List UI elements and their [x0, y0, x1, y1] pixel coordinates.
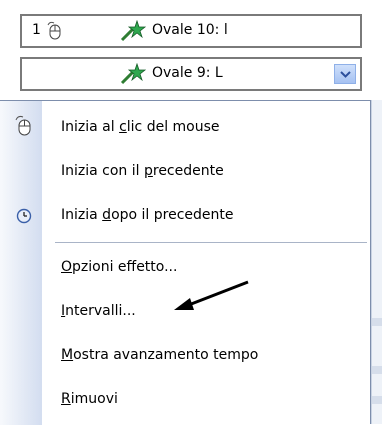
mouse-icon: [14, 115, 32, 141]
menu-item-label: Inizia al clic del mouse: [61, 119, 220, 135]
menu-item-label: Opzioni effetto...: [61, 259, 178, 275]
clock-icon: [16, 208, 32, 228]
animation-label: Ovale 9: L: [152, 65, 223, 81]
menu-item-label: Inizia con il precedente: [61, 163, 224, 179]
mouse-icon: [46, 21, 62, 45]
animation-order: 1: [32, 22, 41, 38]
menu-separator: [55, 242, 367, 243]
menu-item-show-advanced-timeline[interactable]: Mostra avanzamento tempo: [0, 335, 370, 379]
menu-item-start-on-click[interactable]: Inizia al clic del mouse: [0, 107, 370, 151]
menu-item-label: Inizia dopo il precedente: [61, 207, 234, 223]
menu-item-label: Rimuovi: [61, 391, 118, 407]
background-panel: [371, 100, 382, 424]
chevron-down-icon: [340, 71, 351, 78]
menu-item-label: Mostra avanzamento tempo: [61, 347, 259, 363]
menu-item-start-with-previous[interactable]: Inizia con il precedente: [0, 151, 370, 195]
menu-item-label: Intervalli...: [61, 303, 136, 319]
animation-list: 1 Ovale 10: l Ovale 9: L: [0, 0, 382, 102]
animation-item-1[interactable]: 1 Ovale 10: l: [20, 14, 362, 48]
star-effect-icon: [120, 19, 147, 46]
context-menu: Inizia al clic del mouse Inizia con il p…: [0, 100, 371, 425]
dropdown-button[interactable]: [334, 64, 356, 84]
star-effect-icon: [120, 62, 147, 89]
animation-item-2[interactable]: Ovale 9: L: [20, 57, 362, 91]
menu-item-remove[interactable]: Rimuovi: [0, 379, 370, 423]
animation-label: Ovale 10: l: [152, 22, 228, 38]
menu-item-start-after-previous[interactable]: Inizia dopo il precedente: [0, 195, 370, 239]
arrow-icon: [174, 280, 249, 310]
